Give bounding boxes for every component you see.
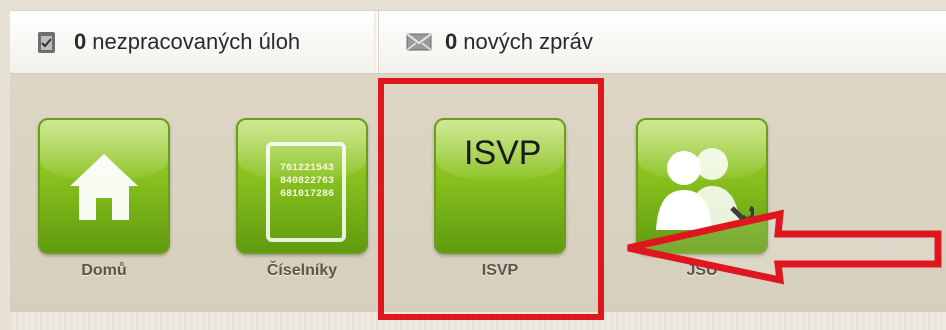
messages-label: nových zpráv [463, 29, 593, 54]
clipboard-icon [34, 29, 60, 55]
codebook-numbers: 761221543 840822763 681017286 [280, 163, 335, 200]
messages-count: 0 [445, 29, 458, 54]
tile-home[interactable] [38, 118, 170, 254]
annotation-arrow-icon [627, 209, 942, 285]
home-icon [70, 154, 138, 220]
tasks-count: 0 [74, 29, 87, 54]
highlight-rectangle [378, 78, 604, 320]
tile-home-label: Domů [81, 262, 127, 279]
header-bar: 0 nezpracovaných úloh 0 nových zpráv [10, 10, 946, 74]
messages-tab[interactable]: 0 nových zpráv [378, 11, 593, 73]
tasks-label: nezpracovaných úloh [92, 29, 301, 54]
tasks-tab[interactable]: 0 nezpracovaných úloh [34, 11, 374, 73]
tile-codebooks-label: Číselníky [266, 262, 338, 279]
tile-codebooks[interactable]: 761221543 840822763 681017286 [236, 118, 368, 254]
envelope-icon [405, 29, 432, 55]
